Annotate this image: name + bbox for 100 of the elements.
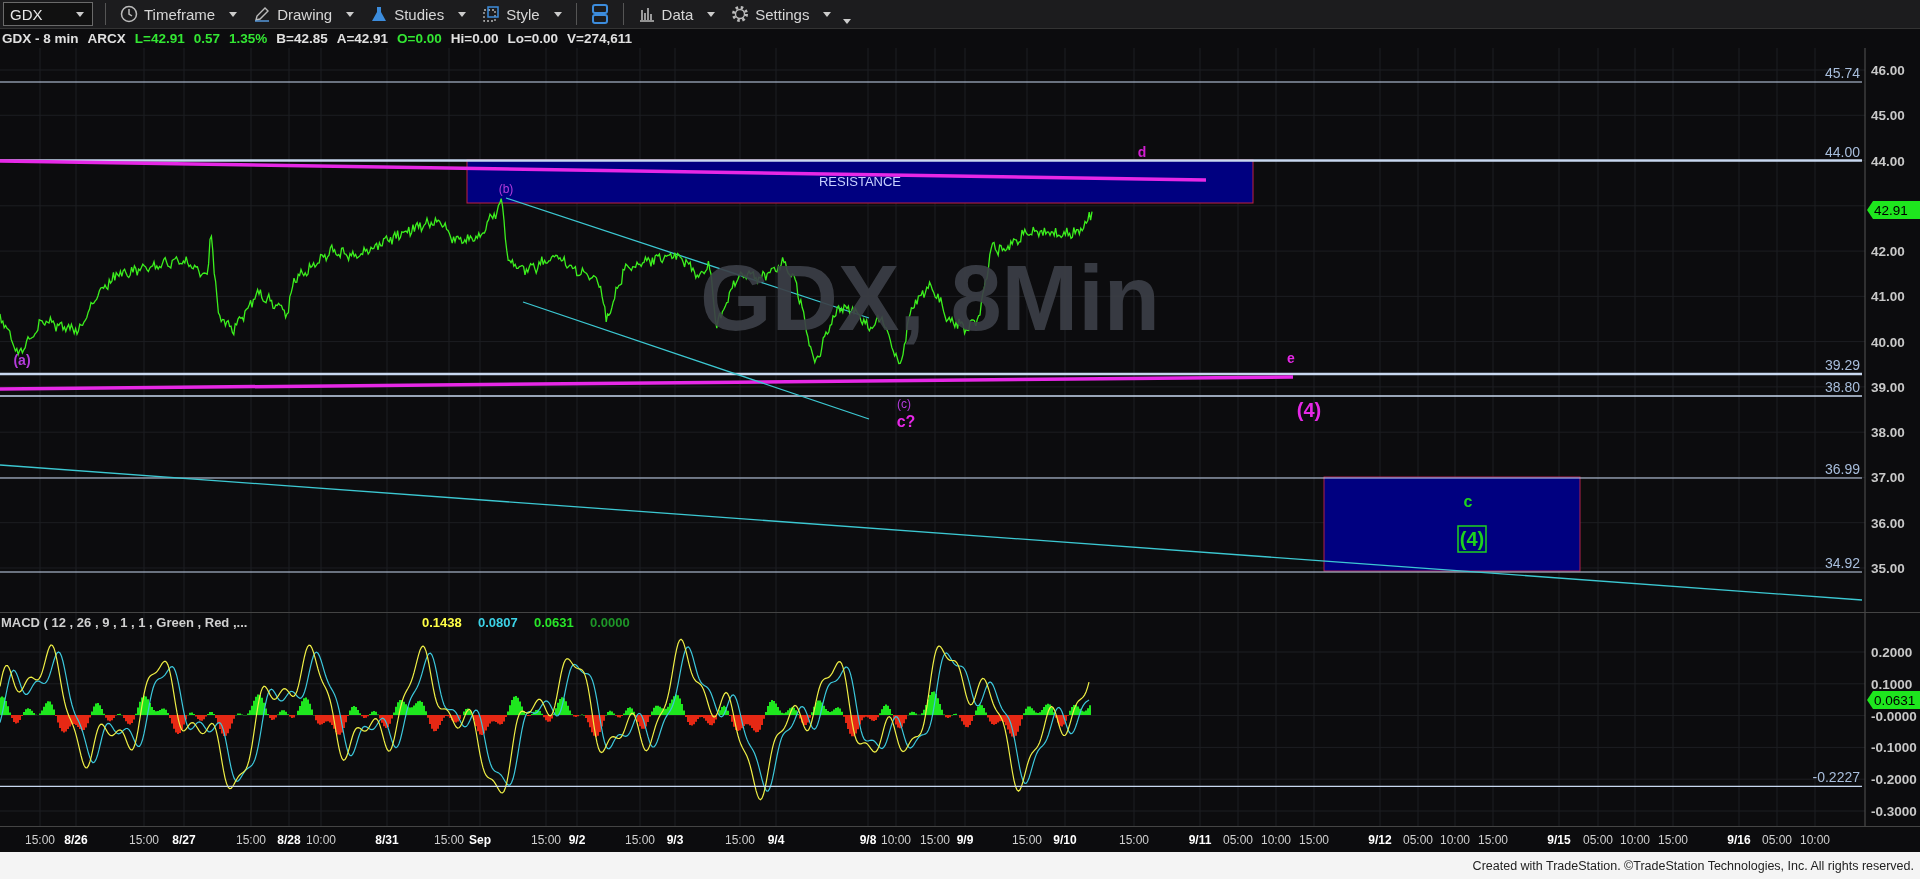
time-label: 10:00 xyxy=(1800,833,1830,847)
macd-axis-label: -0.1000 xyxy=(1871,740,1917,756)
wave-label: (4) xyxy=(1296,399,1322,421)
caret-icon xyxy=(346,11,355,17)
quote-value: L=42.91 xyxy=(134,31,185,46)
time-label: 10:00 xyxy=(881,833,911,847)
date-label: 9/4 xyxy=(767,833,785,847)
bar-chart-icon xyxy=(637,5,656,23)
quote-value: B=42.85 xyxy=(276,31,328,46)
time-label: 15:00 xyxy=(1658,833,1688,847)
macd-axis-label: -0.2000 xyxy=(1871,772,1917,788)
toolbar-button[interactable]: Style xyxy=(476,1,568,27)
macd-axis-label: -0.3000 xyxy=(1871,804,1917,819)
level-label: 45.74 xyxy=(1824,65,1860,81)
symbol-dropdown[interactable]: GDX xyxy=(3,2,93,26)
time-label: 05:00 xyxy=(1762,833,1792,847)
wave-label: d xyxy=(1137,143,1147,160)
price-axis-label: 45.00 xyxy=(1871,108,1905,124)
time-label: 10:00 xyxy=(1620,833,1650,847)
date-label: 9/12 xyxy=(1368,833,1392,847)
level-label: 44.00 xyxy=(1824,143,1860,160)
date-label: 9/8 xyxy=(859,833,877,847)
time-label: 10:00 xyxy=(1440,833,1470,847)
time-label: 15:00 xyxy=(920,833,950,847)
indicator-value: 0.0000 xyxy=(590,615,630,630)
date-label: 9/10 xyxy=(1053,833,1077,847)
caret-icon xyxy=(823,11,832,17)
date-label: 8/31 xyxy=(375,833,399,847)
level-label: 39.29 xyxy=(1824,357,1860,373)
date-label: 8/28 xyxy=(277,833,301,847)
wave-label: e xyxy=(1287,349,1295,366)
caret-icon xyxy=(843,18,852,24)
indicator-value: 0.1438 xyxy=(422,615,462,630)
wave-label: (c) xyxy=(897,397,911,412)
time-label: 15:00 xyxy=(625,833,655,847)
time-label: 15:00 xyxy=(129,833,159,847)
time-label: 15:00 xyxy=(236,833,266,847)
caret-icon xyxy=(76,11,84,17)
time-label: 05:00 xyxy=(1223,833,1253,847)
toolbar-button[interactable]: Data xyxy=(631,1,722,27)
date-label: 8/26 xyxy=(64,833,88,847)
date-label: 9/3 xyxy=(666,833,684,847)
wave-label: (a) xyxy=(13,351,31,368)
quote-value: O=0.00 xyxy=(397,31,442,46)
price-axis-label: 42.00 xyxy=(1871,244,1905,260)
dashed-square-icon xyxy=(482,5,501,23)
quote-value: 0.57 xyxy=(193,31,220,46)
quote-value: 1.35% xyxy=(229,31,268,46)
quote-value: Lo=0.00 xyxy=(507,31,559,46)
time-label: 15:00 xyxy=(1012,833,1042,847)
indicator-title: MACD ( 12 , 26 , 9 , 1 , 1 , Green , Red ,... xyxy=(1,615,248,630)
level-label: 36.99 xyxy=(1824,461,1860,477)
toolbar-button[interactable]: Settings xyxy=(725,1,838,27)
date-label: 9/2 xyxy=(568,833,586,847)
wave-label: (b) xyxy=(498,182,514,197)
date-label: 9/15 xyxy=(1547,833,1571,847)
macd-axis-label: 0.1000 xyxy=(1871,676,1913,692)
quote-value: A=42.91 xyxy=(336,31,389,46)
symbol-interval: GDX - 8 min xyxy=(2,31,79,46)
quote-value: ARCX xyxy=(87,31,126,46)
price-axis-label: 37.00 xyxy=(1871,470,1905,486)
zone-label: RESISTANCE xyxy=(818,173,902,189)
price-axis-label: 41.00 xyxy=(1871,289,1905,305)
time-label: 15:00 xyxy=(531,833,561,847)
indicator-value: 0.0807 xyxy=(478,615,518,630)
price-axis-label: 44.00 xyxy=(1871,153,1905,169)
caret-icon xyxy=(553,11,562,17)
time-label: 10:00 xyxy=(1261,833,1291,847)
price-axis-label: 36.00 xyxy=(1871,515,1905,531)
macd-axis-label: -0.0000 xyxy=(1871,708,1917,724)
level-label: 38.80 xyxy=(1824,379,1860,395)
toolbar-button[interactable]: Timeframe xyxy=(114,1,244,27)
price-axis-label: 39.00 xyxy=(1871,379,1905,395)
price-axis-label: 40.00 xyxy=(1871,334,1905,350)
quote-value: V=274,611 xyxy=(567,31,633,46)
time-label: 05:00 xyxy=(1403,833,1433,847)
last-price-badge: 42.91 xyxy=(1867,200,1920,219)
toolbar-button[interactable]: Drawing xyxy=(247,1,361,27)
date-label: 9/11 xyxy=(1188,833,1212,847)
caret-icon xyxy=(458,11,467,17)
time-label: 10:00 xyxy=(306,833,336,847)
time-label: 05:00 xyxy=(1583,833,1613,847)
last-value-badge: 0.0631 xyxy=(1867,691,1920,709)
clock-icon xyxy=(120,5,138,23)
toolbar-button[interactable]: Studies xyxy=(364,1,473,27)
date-label: Sep xyxy=(469,833,491,847)
copyright-notice: Created with TradeStation. ©TradeStation Technologies, Inc. All rights reserved. xyxy=(1472,858,1914,873)
stacked-panels-icon xyxy=(590,3,609,25)
price-axis-label: 38.00 xyxy=(1871,425,1905,441)
price-axis-label: 46.00 xyxy=(1871,63,1905,78)
macd-axis-label: 0.2000 xyxy=(1871,645,1913,660)
date-label: 8/27 xyxy=(172,833,196,847)
wave-label: (4) xyxy=(1457,525,1487,553)
time-label: 15:00 xyxy=(25,833,55,847)
flask-icon xyxy=(370,5,389,23)
level-label: -0.2227 xyxy=(1812,769,1860,786)
pencil-icon xyxy=(253,5,272,23)
caret-icon xyxy=(229,11,238,17)
caret-icon xyxy=(707,11,716,17)
time-label: 15:00 xyxy=(1478,833,1508,847)
